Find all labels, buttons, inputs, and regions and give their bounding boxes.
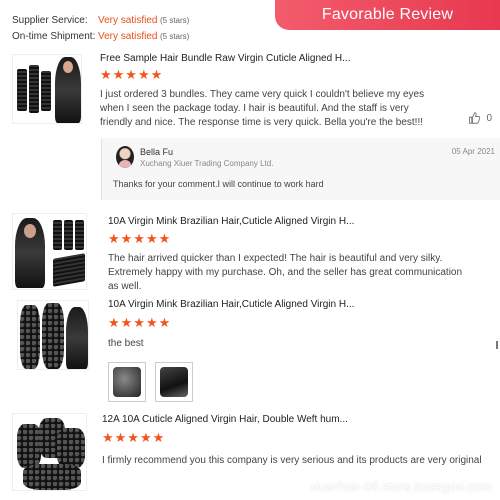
seller-avatar xyxy=(116,146,134,168)
review-1-product-title[interactable]: Free Sample Hair Bundle Raw Virgin Cutic… xyxy=(100,53,351,64)
review-2-product-image[interactable] xyxy=(12,213,87,290)
reply-message: Thanks for your comment.I will continue … xyxy=(113,179,324,189)
supplier-service-value: Very satisfied xyxy=(98,14,158,26)
seller-name: Bella Fu xyxy=(140,147,174,157)
seller-company: Xuchang Xiuer Trading Company Ltd. xyxy=(140,159,274,168)
review-3-photo-2[interactable] xyxy=(155,362,193,402)
rating-summary: Supplier Service: Very satisfied (5 star… xyxy=(12,12,189,44)
review-1-stars: ★★★★★ xyxy=(100,67,164,82)
supplier-service-row: Supplier Service: Very satisfied (5 star… xyxy=(12,12,189,28)
favorable-review-banner: Favorable Review xyxy=(275,0,500,30)
review-4-product-image[interactable] xyxy=(12,413,87,491)
seller-reply: Bella Fu Xuchang Xiuer Trading Company L… xyxy=(101,138,500,200)
review-4-product-title[interactable]: 12A 10A Cuticle Aligned Virgin Hair, Dou… xyxy=(102,414,348,425)
review-1-text: I just ordered 3 bundles. They came very… xyxy=(100,89,425,128)
review-2-stars: ★★★★★ xyxy=(108,231,172,246)
review-1-like-button[interactable]: 0 xyxy=(468,112,492,124)
supplier-service-label: Supplier Service: xyxy=(12,14,88,26)
thumbs-up-icon xyxy=(469,112,481,124)
supplier-service-stars: (5 stars) xyxy=(160,15,190,25)
review-4-stars: ★★★★★ xyxy=(102,430,166,445)
ontime-shipment-label: On-time Shipment: xyxy=(12,30,96,42)
review-2-product-title[interactable]: 10A Virgin Mink Brazilian Hair,Cuticle A… xyxy=(108,216,354,227)
review-3-product-image[interactable] xyxy=(17,300,89,370)
review-4-text: I firmly recommend you this company is v… xyxy=(102,455,482,466)
ontime-shipment-stars: (5 stars) xyxy=(160,31,190,41)
review-1-product-image[interactable] xyxy=(12,54,82,124)
watermark: xiuerhair-06.store.bossgoo.com xyxy=(309,479,492,494)
review-3-text: the best xyxy=(108,338,144,349)
review-2-text: The hair arrived quicker than I expected… xyxy=(108,253,463,292)
review-1-like-count: 0 xyxy=(486,112,492,124)
ontime-shipment-row: On-time Shipment: Very satisfied (5 star… xyxy=(12,28,189,44)
review-3-photo-1[interactable] xyxy=(108,362,146,402)
reply-date: 05 Apr 2021 xyxy=(451,147,495,156)
ontime-shipment-value: Very satisfied xyxy=(98,30,158,42)
review-3-stars: ★★★★★ xyxy=(108,315,172,330)
review-3-product-title[interactable]: 10A Virgin Mink Brazilian Hair,Cuticle A… xyxy=(108,299,354,310)
scroll-indicator[interactable] xyxy=(496,341,498,349)
